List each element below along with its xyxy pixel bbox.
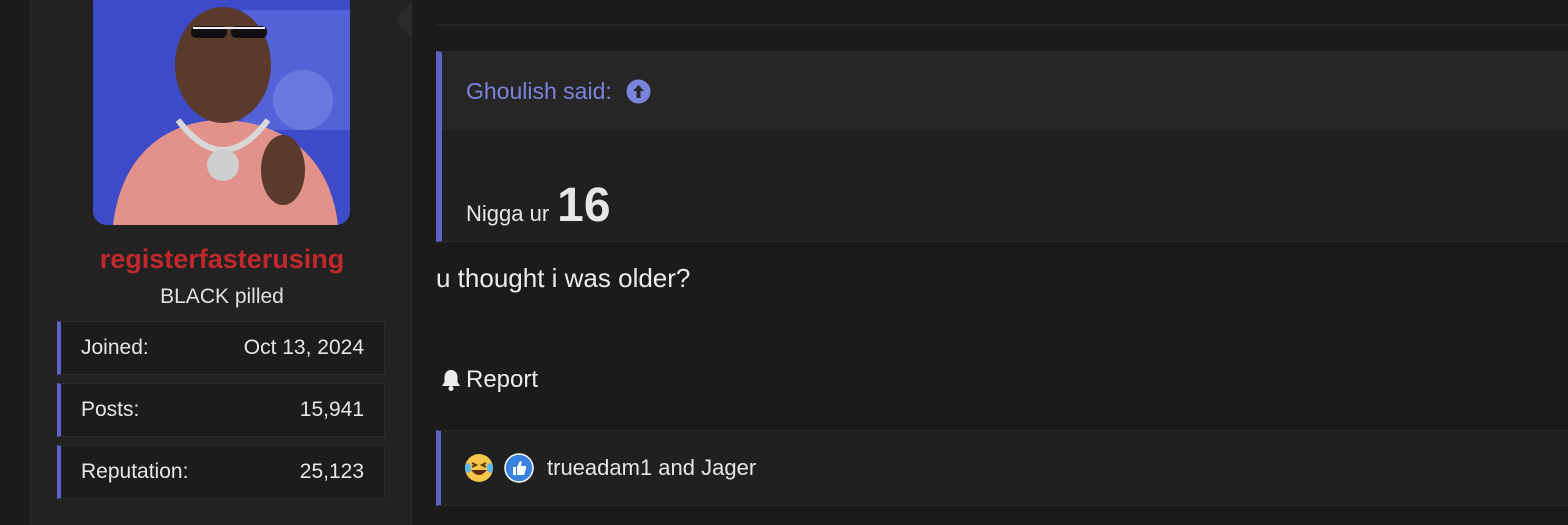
- user-title: BLACK pilled: [160, 285, 284, 308]
- username[interactable]: registerfasterusing: [31, 244, 413, 275]
- stat-joined: Joined: Oct 13, 2024: [57, 321, 385, 375]
- user-sidebar: registerfasterusing BLACK pilled Joined:…: [30, 0, 412, 525]
- quote-content: Nigga ur 16: [466, 182, 611, 230]
- stat-value: 25,123: [299, 460, 364, 483]
- avatar-image: [93, 0, 350, 225]
- arrow-up-circle-icon[interactable]: [626, 79, 651, 104]
- stat-label: Reputation:: [81, 460, 189, 483]
- stat-value: Oct 13, 2024: [243, 336, 364, 359]
- report-button[interactable]: Report: [440, 366, 538, 394]
- avatar[interactable]: [93, 0, 350, 225]
- stat-label: Joined:: [81, 336, 149, 359]
- bell-icon: [442, 370, 460, 391]
- message-body: Ghoulish said: Nigga ur 16 u thought i w…: [412, 0, 1568, 525]
- stat-value: 15,941: [299, 398, 364, 421]
- message-arrow: [396, 0, 412, 40]
- post: registerfasterusing BLACK pilled Joined:…: [0, 0, 1568, 525]
- thumbs-up-icon: [504, 453, 534, 483]
- quote-block: Ghoulish said: Nigga ur 16: [436, 51, 1568, 242]
- reaction-users[interactable]: trueadam1 and Jager: [547, 455, 756, 481]
- stat-posts: Posts: 15,941: [57, 383, 385, 437]
- laughing-crying-emoji-icon: [465, 454, 493, 482]
- report-label: Report: [466, 366, 539, 393]
- divider: [436, 24, 1568, 26]
- quote-text: Nigga ur: [466, 201, 550, 226]
- stat-label: Posts:: [81, 398, 140, 421]
- stat-reputation: Reputation: 25,123: [57, 445, 385, 499]
- quote-header[interactable]: Ghoulish said:: [442, 52, 1568, 130]
- message-text: u thought i was older?: [436, 263, 691, 293]
- quote-big-text: 16: [557, 179, 611, 232]
- quote-author[interactable]: Ghoulish said:: [466, 78, 612, 105]
- reactions-bar[interactable]: trueadam1 and Jager: [436, 430, 1568, 506]
